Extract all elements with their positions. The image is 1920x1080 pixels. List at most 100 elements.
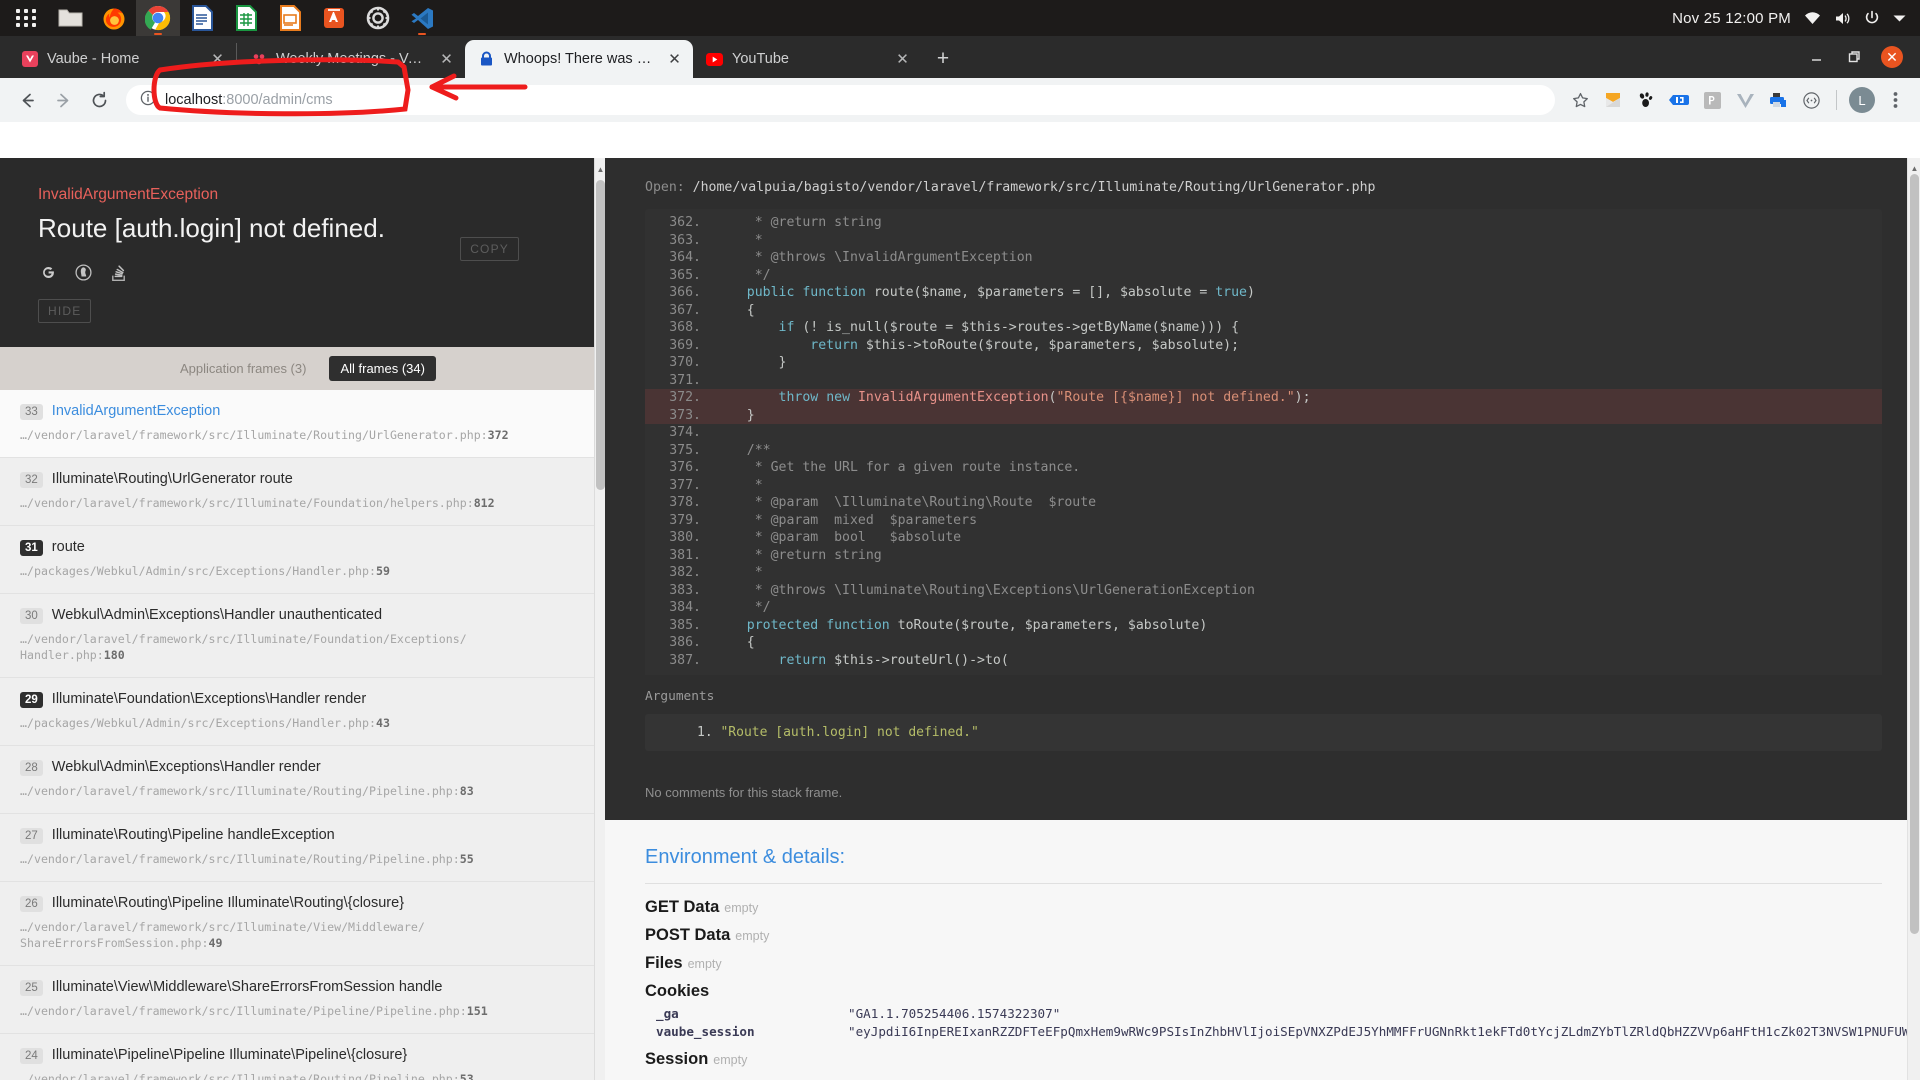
code-line: 369. return $this->toRoute($route, $para… xyxy=(645,337,1882,355)
tab-close-icon[interactable]: ✕ xyxy=(893,50,912,69)
frame-path: …/vendor/laravel/framework/src/Illuminat… xyxy=(20,783,474,798)
line-number: 371. xyxy=(669,372,701,388)
exception-sidebar: InvalidArgumentException Route [auth.log… xyxy=(0,158,605,1080)
power-icon[interactable] xyxy=(1864,10,1880,26)
profile-avatar[interactable]: L xyxy=(1847,85,1877,115)
grammarly-icon[interactable] xyxy=(1598,85,1628,115)
libreoffice-writer-icon[interactable] xyxy=(180,0,224,36)
stack-frame-29[interactable]: 29 Illuminate\Foundation\Exceptions\Handl… xyxy=(0,678,605,746)
tab-vaube-home[interactable]: Vaube - Home ✕ xyxy=(8,40,236,78)
files-icon[interactable] xyxy=(48,0,92,36)
firefox-icon[interactable] xyxy=(92,0,136,36)
laravel-debug-icon[interactable] xyxy=(1697,85,1727,115)
copy-button[interactable]: COPY xyxy=(460,237,519,261)
frame-name: Illuminate\Pipeline\Pipeline Illuminate\… xyxy=(51,1046,408,1063)
line-number: 387. xyxy=(669,652,701,668)
bookmark-star-icon[interactable] xyxy=(1565,85,1595,115)
settings-gear-icon[interactable] xyxy=(356,0,400,36)
youtube-icon xyxy=(706,51,723,68)
clock[interactable]: Nov 25 12:00 PM xyxy=(1672,10,1791,27)
tab-close-icon[interactable]: ✕ xyxy=(437,50,456,69)
code-box[interactable]: 362. * @return string 363. * 364. * @thr… xyxy=(645,209,1882,675)
code-line: 387. return $this->routeUrl()->to( xyxy=(645,652,1882,670)
tab-close-icon[interactable]: ✕ xyxy=(208,50,227,69)
chrome-menu-button[interactable] xyxy=(1880,85,1910,115)
toolbar-actions: L xyxy=(1565,85,1910,115)
chrome-icon[interactable] xyxy=(136,0,180,36)
page-viewport: InvalidArgumentException Route [auth.log… xyxy=(0,158,1920,1080)
argument-index: 1. xyxy=(697,725,713,740)
code-token: * xyxy=(715,477,763,493)
code-line: 371. xyxy=(645,372,1882,390)
back-button[interactable] xyxy=(10,83,44,117)
line-number: 374. xyxy=(669,425,701,440)
stack-frame-27[interactable]: 27 Illuminate\Routing\Pipeline handleExce… xyxy=(0,813,605,882)
frame-name: Webkul\Admin\Exceptions\Handler render xyxy=(51,758,321,775)
stack-frame-30[interactable]: 30 Webkul\Admin\Exceptions\Handler unauth… xyxy=(0,593,605,679)
google-search-icon[interactable] xyxy=(38,262,58,282)
tab-all-frames[interactable]: All frames (34) xyxy=(329,356,436,382)
forward-button[interactable] xyxy=(46,83,80,117)
frame-line-number: 372 xyxy=(487,428,509,443)
printer-extension-icon[interactable] xyxy=(1763,85,1793,115)
stack-frame-32[interactable]: 32 Illuminate\Routing\UrlGenerator route …… xyxy=(0,457,605,526)
stack-frame-26[interactable]: 26 Illuminate\Routing\Pipeline Illuminate… xyxy=(0,881,605,967)
libreoffice-impress-icon[interactable] xyxy=(268,0,312,36)
stack-frames-list[interactable]: 33 InvalidArgumentException …/vendor/larav… xyxy=(0,390,605,1080)
tab-weekly-meetings[interactable]: Weekly Meetings - Vaube - ✕ xyxy=(237,40,465,78)
env-key: vaube_session xyxy=(656,1024,755,1039)
reload-button[interactable] xyxy=(82,83,116,117)
close-button[interactable]: ✕ xyxy=(1873,36,1911,78)
line-number: 378. xyxy=(669,495,701,510)
sidebar-scroll-thumb[interactable] xyxy=(596,180,605,490)
page-scroll-up-arrow[interactable]: ▲ xyxy=(1908,161,1920,175)
code-line: 375. /** xyxy=(645,442,1882,460)
frames-filter-tabs: Application frames (3) All frames (34) xyxy=(0,347,605,391)
tab-application-frames[interactable]: Application frames (3) xyxy=(169,356,317,381)
duckduckgo-search-icon[interactable] xyxy=(73,262,93,282)
code-token: return xyxy=(778,652,827,668)
env-section-title: POST Data empty xyxy=(645,926,770,944)
gnome-extension-icon[interactable] xyxy=(1631,85,1661,115)
line-number: 370. xyxy=(669,355,701,370)
ubuntu-software-icon[interactable] xyxy=(312,0,356,36)
tab-youtube[interactable]: YouTube ✕ xyxy=(693,40,921,78)
stack-frame-31[interactable]: 31 route …/packages/Webkul/Admin/src/Excep… xyxy=(0,525,605,594)
code-line: 377. * xyxy=(645,477,1882,495)
hide-button[interactable]: HIDE xyxy=(38,299,92,324)
tab-close-icon[interactable]: ✕ xyxy=(665,50,684,69)
libreoffice-calc-icon[interactable] xyxy=(224,0,268,36)
code-token: */ xyxy=(715,267,771,283)
chevron-down-icon[interactable] xyxy=(1893,14,1906,23)
stack-frame-25[interactable]: 25 Illuminate\View\Middleware\ShareErrors… xyxy=(0,966,605,1034)
frame-line-number: 180 xyxy=(103,648,125,663)
dark-reader-icon[interactable] xyxy=(1796,85,1826,115)
stack-frame-24[interactable]: 24 Illuminate\Pipeline\Pipeline Illuminat… xyxy=(0,1033,605,1080)
json-viewer-icon[interactable] xyxy=(1664,85,1694,115)
sidebar-scrollbar[interactable]: ▲ ▼ xyxy=(594,158,605,1080)
frame-number: 25 xyxy=(20,980,43,997)
stackoverflow-search-icon[interactable] xyxy=(108,262,128,282)
show-applications-icon[interactable] xyxy=(4,0,48,36)
vue-devtools-icon[interactable] xyxy=(1730,85,1760,115)
vscode-icon[interactable] xyxy=(400,0,444,36)
code-token: /** xyxy=(715,442,771,458)
page-scrollbar[interactable]: ▲ ▼ xyxy=(1907,158,1920,1080)
volume-icon[interactable] xyxy=(1834,11,1851,26)
code-line: 385. protected function toRoute($route, … xyxy=(645,617,1882,635)
vaube-icon xyxy=(21,51,38,68)
arguments-section: Arguments 1. "Route [auth.login] not def… xyxy=(605,675,1920,769)
frame-number: 29 xyxy=(20,692,43,709)
address-bar[interactable]: localhost:8000/admin/cms xyxy=(126,85,1555,115)
tab-whoops-error[interactable]: Whoops! There was an err ✕ xyxy=(465,40,693,78)
page-scroll-thumb[interactable] xyxy=(1910,174,1919,934)
new-tab-button[interactable]: + xyxy=(927,43,959,75)
stack-frame-28[interactable]: 28 Webkul\Admin\Exceptions\Handler render… xyxy=(0,745,605,814)
code-line: 365. */ xyxy=(645,267,1882,285)
maximize-button[interactable] xyxy=(1835,36,1873,78)
stack-frame-33[interactable]: 33 InvalidArgumentException …/vendor/larav… xyxy=(0,390,605,458)
minimize-button[interactable] xyxy=(1797,36,1835,78)
wifi-icon[interactable] xyxy=(1804,11,1821,25)
info-circle-icon[interactable] xyxy=(140,90,156,111)
